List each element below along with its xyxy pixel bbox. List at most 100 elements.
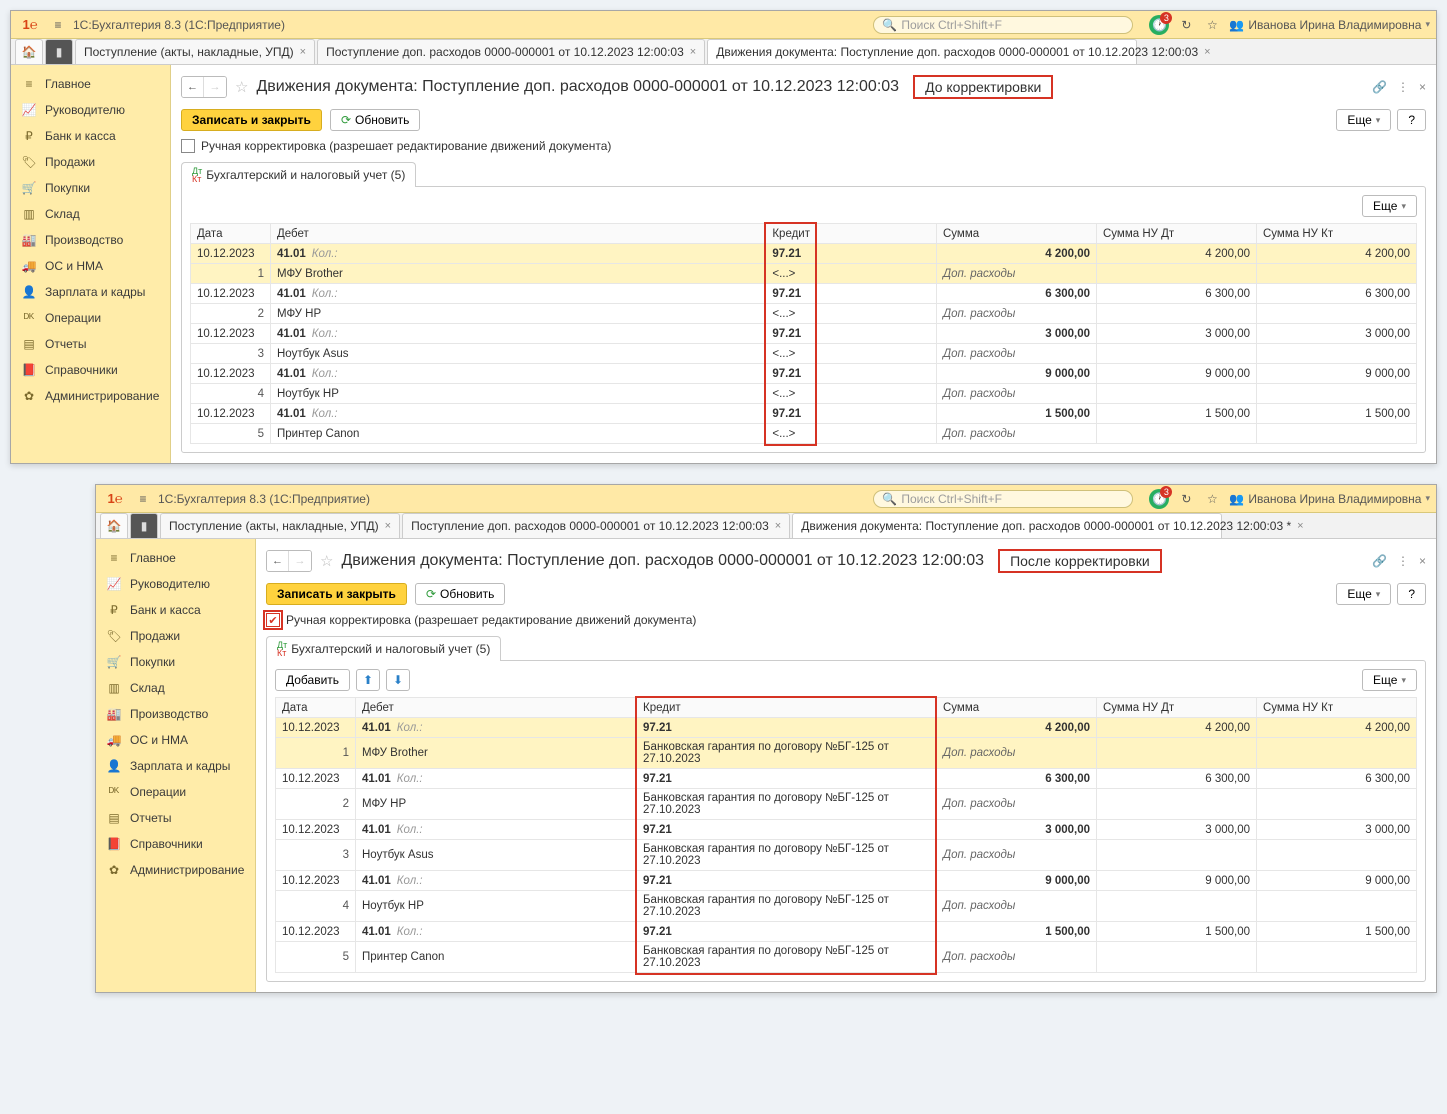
table-row[interactable]: 10.12.202341.01Кол.:97.216 300,006 300,0… xyxy=(191,284,1417,304)
star-icon[interactable]: ☆ xyxy=(1203,492,1221,506)
close-icon[interactable]: × xyxy=(1204,46,1210,58)
table-row[interactable]: 4Ноутбук HP<...>Доп. расходы xyxy=(191,384,1417,404)
home-tab-icon[interactable]: 🏠 xyxy=(15,39,43,64)
close-icon[interactable]: × xyxy=(775,520,781,532)
nav-back-button[interactable]: ← xyxy=(267,551,289,571)
search-input[interactable]: 🔍 Поиск Ctrl+Shift+F xyxy=(873,16,1133,34)
entries-grid[interactable]: ДатаДебетКредитСуммаСумма НУ ДтСумма НУ … xyxy=(275,697,1417,973)
star-icon[interactable]: ☆ xyxy=(1203,18,1221,32)
move-down-button[interactable]: ⬇ xyxy=(386,669,410,691)
table-row[interactable]: 4Ноутбук HPБанковская гарантия по догово… xyxy=(276,891,1417,922)
table-row[interactable]: 5Принтер Canon<...>Доп. расходы xyxy=(191,424,1417,444)
sidebar-item[interactable]: 🏭Производство xyxy=(96,701,255,727)
sidebar-item[interactable]: 🛒Покупки xyxy=(11,175,170,201)
dark-tab-icon[interactable]: ▮ xyxy=(45,39,73,64)
history-icon[interactable]: ↻ xyxy=(1177,18,1195,32)
close-icon[interactable]: × xyxy=(1419,554,1426,568)
table-row[interactable]: 10.12.202341.01Кол.:97.219 000,009 000,0… xyxy=(191,364,1417,384)
help-button[interactable]: ? xyxy=(1397,109,1426,131)
refresh-button[interactable]: ⟳Обновить xyxy=(330,109,420,131)
close-icon[interactable]: × xyxy=(690,46,696,58)
sidebar-item[interactable]: ✿Администрирование xyxy=(11,383,170,409)
table-row[interactable]: 10.12.202341.01Кол.:97.211 500,001 500,0… xyxy=(276,922,1417,942)
sidebar-item[interactable]: ᴰᴷОперации xyxy=(96,779,255,805)
doc-tab-3[interactable]: Движения документа: Поступление доп. рас… xyxy=(707,39,1137,64)
sheet-tab[interactable]: ДтКт Бухгалтерский и налоговый учет (5) xyxy=(266,636,501,661)
table-row[interactable]: 2МФУ HPБанковская гарантия по договору №… xyxy=(276,789,1417,820)
entries-grid[interactable]: ДатаДебетКредитСуммаСумма НУ ДтСумма НУ … xyxy=(190,223,1417,444)
history-icon[interactable]: ↻ xyxy=(1177,492,1195,506)
menu-icon[interactable]: ≡ xyxy=(134,492,152,506)
sidebar-item[interactable]: 🏭Производство xyxy=(11,227,170,253)
save-close-button[interactable]: Записать и закрыть xyxy=(181,109,322,131)
search-input[interactable]: 🔍 Поиск Ctrl+Shift+F xyxy=(873,490,1133,508)
sidebar-item[interactable]: ᴰᴷОперации xyxy=(11,305,170,331)
sidebar-item[interactable]: ▤Отчеты xyxy=(11,331,170,357)
sidebar-item[interactable]: ▥Склад xyxy=(96,675,255,701)
kebab-icon[interactable]: ⋮ xyxy=(1397,554,1409,568)
help-button[interactable]: ? xyxy=(1397,583,1426,605)
link-icon[interactable]: 🔗 xyxy=(1372,554,1387,568)
notifications-icon[interactable]: 🕐3 xyxy=(1149,489,1169,509)
favorite-icon[interactable]: ☆ xyxy=(320,552,333,570)
sidebar-item[interactable]: ✿Администрирование xyxy=(96,857,255,883)
manual-correction-checkbox[interactable] xyxy=(181,139,195,153)
more-button[interactable]: Еще ▾ xyxy=(1336,109,1391,131)
sidebar-item[interactable]: 🏷Продажи xyxy=(11,149,170,175)
doc-tab-2[interactable]: Поступление доп. расходов 0000-000001 от… xyxy=(317,39,705,64)
add-button[interactable]: Добавить xyxy=(275,669,350,691)
notifications-icon[interactable]: 🕐3 xyxy=(1149,15,1169,35)
table-row[interactable]: 5Принтер CanonБанковская гарантия по дог… xyxy=(276,942,1417,973)
refresh-button[interactable]: ⟳Обновить xyxy=(415,583,505,605)
save-close-button[interactable]: Записать и закрыть xyxy=(266,583,407,605)
doc-tab-2[interactable]: Поступление доп. расходов 0000-000001 от… xyxy=(402,513,790,538)
sidebar-item[interactable]: 📕Справочники xyxy=(11,357,170,383)
nav-fwd-button[interactable]: → xyxy=(204,77,226,97)
table-row[interactable]: 3Ноутбук AsusБанковская гарантия по дого… xyxy=(276,840,1417,871)
sidebar-item[interactable]: 🚚ОС и НМА xyxy=(11,253,170,279)
sidebar-item[interactable]: 🚚ОС и НМА xyxy=(96,727,255,753)
table-row[interactable]: 10.12.202341.01Кол.:97.213 000,003 000,0… xyxy=(276,820,1417,840)
sidebar-item[interactable]: 👤Зарплата и кадры xyxy=(11,279,170,305)
table-row[interactable]: 10.12.202341.01Кол.:97.216 300,006 300,0… xyxy=(276,769,1417,789)
kebab-icon[interactable]: ⋮ xyxy=(1397,80,1409,94)
table-row[interactable]: 10.12.202341.01Кол.:97.214 200,004 200,0… xyxy=(276,718,1417,738)
close-icon[interactable]: × xyxy=(300,46,306,58)
menu-icon[interactable]: ≡ xyxy=(49,18,67,32)
sidebar-item[interactable]: 📈Руководителю xyxy=(96,571,255,597)
sidebar-item[interactable]: ₽Банк и касса xyxy=(96,597,255,623)
doc-tab-1[interactable]: Поступление (акты, накладные, УПД) × xyxy=(75,39,315,64)
sidebar-item[interactable]: 👤Зарплата и кадры xyxy=(96,753,255,779)
sidebar-item[interactable]: ▤Отчеты xyxy=(96,805,255,831)
grid-more-button[interactable]: Еще ▾ xyxy=(1362,195,1417,217)
dark-tab-icon[interactable]: ▮ xyxy=(130,513,158,538)
table-row[interactable]: 10.12.202341.01Кол.:97.219 000,009 000,0… xyxy=(276,871,1417,891)
sidebar-item[interactable]: ₽Банк и касса xyxy=(11,123,170,149)
move-up-button[interactable]: ⬆ xyxy=(356,669,380,691)
table-row[interactable]: 1МФУ BrotherБанковская гарантия по догов… xyxy=(276,738,1417,769)
sidebar-item[interactable]: 🛒Покупки xyxy=(96,649,255,675)
table-row[interactable]: 10.12.202341.01Кол.:97.214 200,004 200,0… xyxy=(191,244,1417,264)
user-menu[interactable]: 👥 Иванова Ирина Владимировна ▾ xyxy=(1229,492,1430,506)
more-button[interactable]: Еще ▾ xyxy=(1336,583,1391,605)
table-row[interactable]: 2МФУ HP<...>Доп. расходы xyxy=(191,304,1417,324)
table-row[interactable]: 10.12.202341.01Кол.:97.213 000,003 000,0… xyxy=(191,324,1417,344)
close-icon[interactable]: × xyxy=(385,520,391,532)
table-row[interactable]: 3Ноутбук Asus<...>Доп. расходы xyxy=(191,344,1417,364)
close-icon[interactable]: × xyxy=(1419,80,1426,94)
grid-more-button[interactable]: Еще ▾ xyxy=(1362,669,1417,691)
home-tab-icon[interactable]: 🏠 xyxy=(100,513,128,538)
link-icon[interactable]: 🔗 xyxy=(1372,80,1387,94)
sidebar-item[interactable]: ▥Склад xyxy=(11,201,170,227)
close-icon[interactable]: × xyxy=(1297,520,1303,532)
sheet-tab[interactable]: ДтКт Бухгалтерский и налоговый учет (5) xyxy=(181,162,416,187)
doc-tab-1[interactable]: Поступление (акты, накладные, УПД) × xyxy=(160,513,400,538)
doc-tab-3[interactable]: Движения документа: Поступление доп. рас… xyxy=(792,513,1222,538)
sidebar-item[interactable]: 📕Справочники xyxy=(96,831,255,857)
table-row[interactable]: 10.12.202341.01Кол.:97.211 500,001 500,0… xyxy=(191,404,1417,424)
table-row[interactable]: 1МФУ Brother<...>Доп. расходы xyxy=(191,264,1417,284)
user-menu[interactable]: 👥 Иванова Ирина Владимировна ▾ xyxy=(1229,18,1430,32)
sidebar-item[interactable]: ≡Главное xyxy=(96,545,255,571)
nav-fwd-button[interactable]: → xyxy=(289,551,311,571)
sidebar-item[interactable]: 📈Руководителю xyxy=(11,97,170,123)
